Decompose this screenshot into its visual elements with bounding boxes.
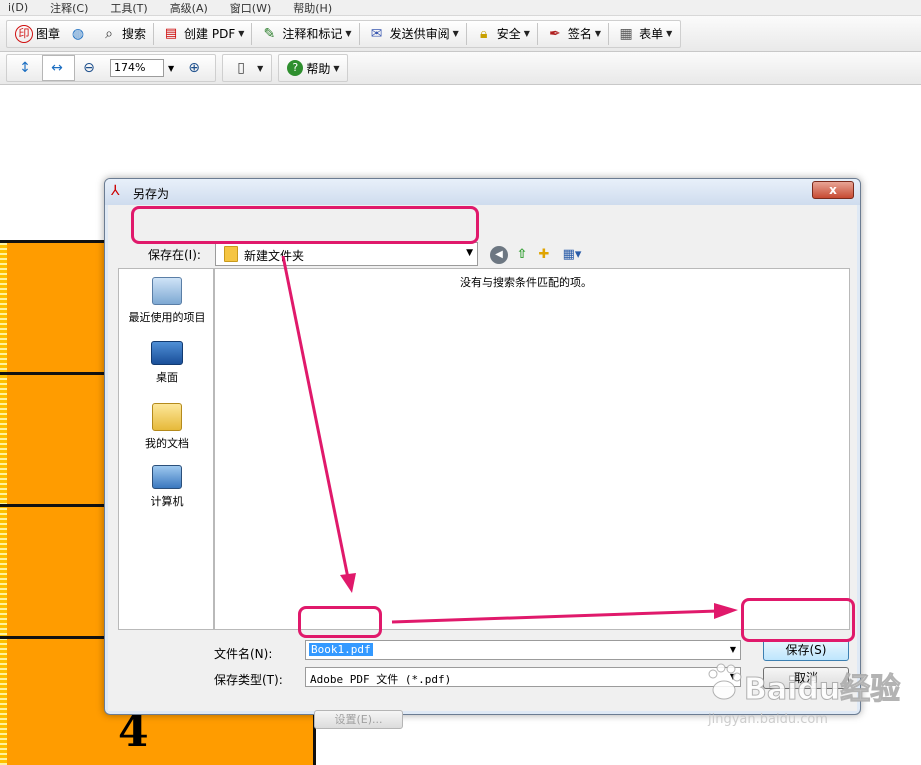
annotation-arrow-down — [281, 255, 350, 579]
baidu-watermark: Baidu经验 jingyan.baidu.com — [704, 660, 901, 750]
annotation-arrow-right — [391, 609, 719, 624]
watermark-url: jingyan.baidu.com — [708, 712, 828, 727]
annotation-arrowhead-right — [714, 603, 738, 619]
annotation-arrowhead-down — [340, 573, 356, 593]
annotation-arrows — [281, 255, 738, 624]
watermark-brand: Baidu经验 — [743, 672, 901, 708]
paw-logo-icon — [708, 663, 742, 700]
